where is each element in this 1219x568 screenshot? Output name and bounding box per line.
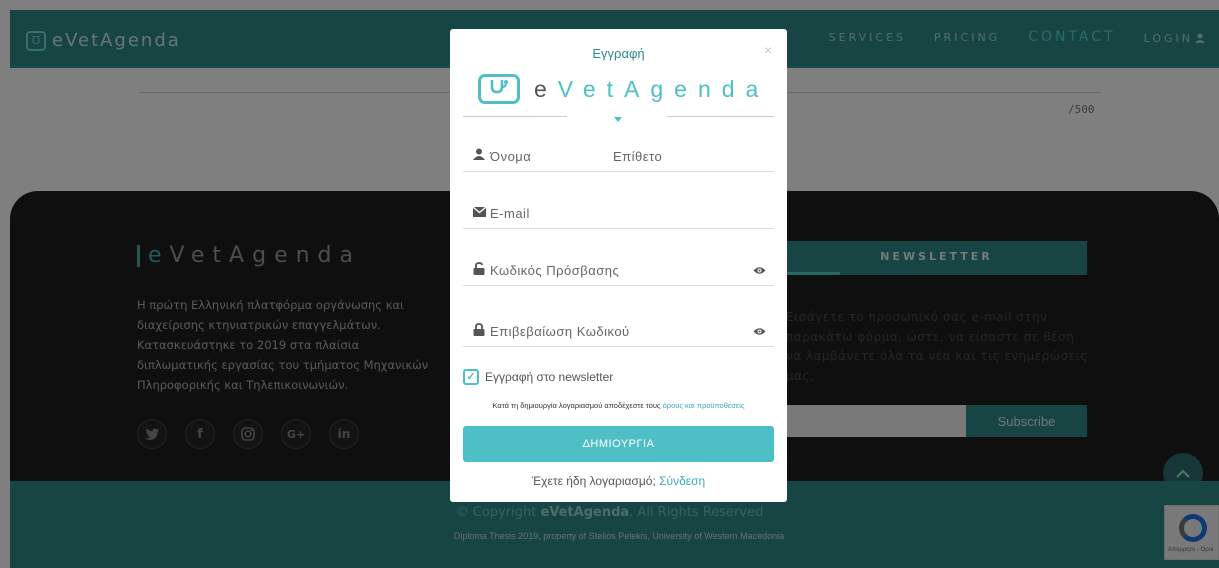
caret-down-icon xyxy=(614,117,622,122)
stethoscope-icon xyxy=(478,74,520,104)
divider-left xyxy=(463,116,567,117)
user-icon xyxy=(473,148,485,163)
modal-logo-rest: VetAgenda xyxy=(557,75,770,102)
register-modal: Εγγραφή × eVetAgenda Όνομα Επίθετο E-mai… xyxy=(450,29,787,502)
password-field[interactable]: Κωδικός Πρόσβασης xyxy=(463,252,774,286)
password-placeholder: Κωδικός Πρόσβασης xyxy=(490,263,620,278)
first-name-input[interactable]: Όνομα xyxy=(490,149,531,164)
terms-text: Κατά τη δημιουργία λογαριασμού αποδέχεστ… xyxy=(492,401,745,410)
login-link[interactable]: Σύνδεση xyxy=(659,474,705,488)
modal-logo: eVetAgenda xyxy=(478,74,769,104)
lock-icon xyxy=(473,323,485,339)
modal-logo-e: e xyxy=(534,75,558,102)
unlock-icon xyxy=(473,262,485,278)
email-placeholder: E-mail xyxy=(490,206,530,221)
email-field[interactable]: E-mail xyxy=(463,195,774,229)
eye-icon[interactable] xyxy=(753,264,766,278)
modal-title: Εγγραφή xyxy=(592,46,645,61)
newsletter-checkbox-label: Εγγραφή στο newsletter xyxy=(485,370,614,384)
newsletter-checkbox-row[interactable]: ✓ Εγγραφή στο newsletter xyxy=(463,369,613,385)
divider-right xyxy=(667,116,774,117)
close-icon[interactable]: × xyxy=(764,42,772,58)
have-account-text: Έχετε ήδη λογαριασμό; Σύνδεση xyxy=(531,474,706,488)
create-account-button[interactable]: ΔΗΜΙΟΥΡΓΙΑ xyxy=(463,426,774,462)
name-fields: Όνομα Επίθετο xyxy=(463,138,774,172)
envelope-icon xyxy=(472,205,487,220)
last-name-input[interactable]: Επίθετο xyxy=(613,149,662,164)
confirm-password-field[interactable]: Επιβεβαίωση Κωδικού xyxy=(463,313,774,347)
confirm-password-placeholder: Επιβεβαίωση Κωδικού xyxy=(490,324,630,339)
terms-link[interactable]: όρους και προϋποθέσεις xyxy=(663,401,745,410)
newsletter-checkbox[interactable]: ✓ xyxy=(463,369,479,385)
eye-icon[interactable] xyxy=(753,325,766,339)
